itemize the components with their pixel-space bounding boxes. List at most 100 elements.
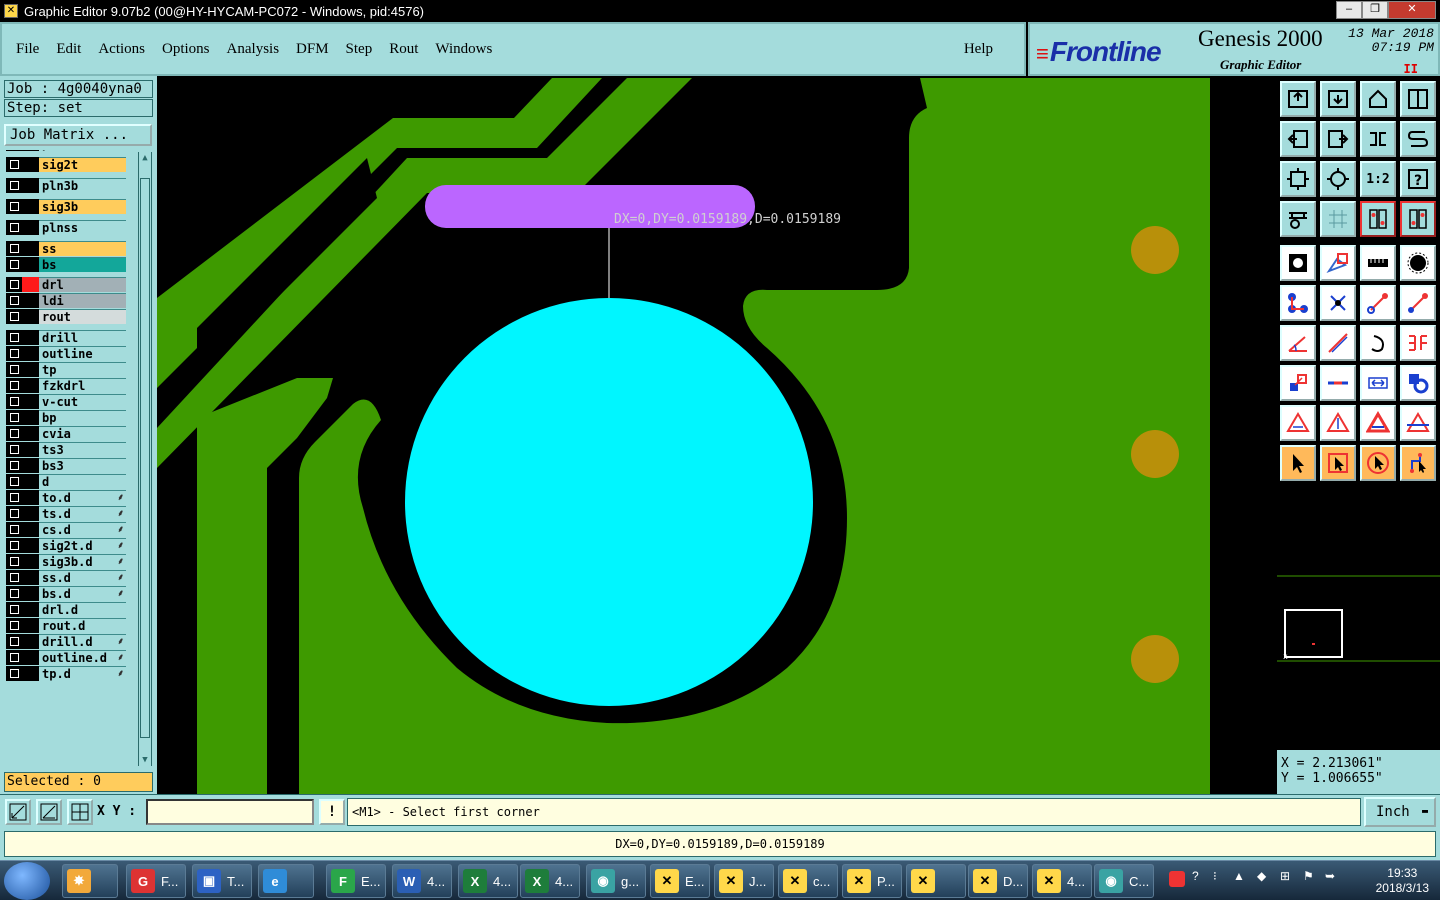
- layer-row-tp.d[interactable]: tp.d ⸙: [6, 666, 126, 681]
- show-hidden-icon[interactable]: ▲: [1233, 869, 1245, 883]
- layer-name[interactable]: outline.d ⸙: [39, 650, 126, 665]
- job-matrix-button[interactable]: Job Matrix ...: [4, 124, 152, 146]
- taskbar-button-12[interactable]: ✕ P...: [842, 864, 902, 898]
- layer-name[interactable]: sig3b.d ⸙: [39, 554, 126, 569]
- minimize-button[interactable]: –: [1336, 1, 1362, 19]
- layer-row-ss[interactable]: ss: [6, 241, 126, 256]
- move-tool[interactable]: [1280, 365, 1316, 401]
- grid-tool[interactable]: [1320, 201, 1356, 237]
- layer-row-ldi[interactable]: ldi: [6, 293, 126, 308]
- taskbar-button-3[interactable]: e: [258, 864, 314, 898]
- measure-tool[interactable]: [1280, 201, 1316, 237]
- layer-name[interactable]: ts.d ⸙: [39, 506, 126, 521]
- layer-color-swatch[interactable]: [22, 241, 39, 256]
- line-tool[interactable]: [1360, 285, 1396, 321]
- layer-checkbox[interactable]: [6, 570, 22, 585]
- menu-file[interactable]: File: [16, 41, 39, 58]
- layer-row-bp[interactable]: bp: [6, 410, 126, 425]
- taskbar-button-0[interactable]: ✸: [62, 864, 118, 898]
- pause-indicator[interactable]: II: [1404, 62, 1418, 76]
- layer-name[interactable]: rout: [39, 309, 126, 324]
- layer-checkbox[interactable]: [6, 346, 22, 361]
- layer-name[interactable]: cvia: [39, 426, 126, 441]
- layer-compare-tool[interactable]: [1400, 201, 1436, 237]
- layer-color-swatch[interactable]: [22, 157, 39, 172]
- layer-name[interactable]: ts3: [39, 442, 126, 457]
- layer-color-swatch[interactable]: [22, 618, 39, 633]
- more-tray-icon[interactable]: ⁝: [1213, 869, 1217, 883]
- layer-row-outline[interactable]: outline: [6, 346, 126, 361]
- layer-color-swatch[interactable]: [22, 522, 39, 537]
- triangle-tool[interactable]: [1280, 405, 1316, 441]
- layer-row-drl.d[interactable]: drl.d: [6, 602, 126, 617]
- menu-actions[interactable]: Actions: [98, 41, 145, 58]
- fanout-tool[interactable]: [1400, 325, 1436, 361]
- layer-name[interactable]: fzkdrl: [39, 378, 126, 393]
- layer-name[interactable]: bs3: [39, 458, 126, 473]
- scroll-down-icon[interactable]: ▼: [139, 754, 151, 766]
- drill-tool[interactable]: [1400, 245, 1436, 281]
- triangle-up-tool[interactable]: [1320, 405, 1356, 441]
- taskbar-button-15[interactable]: ✕ 4...: [1032, 864, 1092, 898]
- pan-left-tool[interactable]: [1280, 121, 1316, 157]
- layer-row-sig2t[interactable]: sig2t: [6, 157, 126, 172]
- taskbar-button-10[interactable]: ✕ J...: [714, 864, 774, 898]
- layer-row-rout.d[interactable]: rout.d: [6, 618, 126, 633]
- layer-row-ts3[interactable]: ts3: [6, 442, 126, 457]
- taskbar-button-16[interactable]: ◉ C...: [1094, 864, 1154, 898]
- layer-color-swatch[interactable]: [22, 220, 39, 235]
- select-tool[interactable]: [1280, 445, 1316, 481]
- scale-tool[interactable]: 1:2: [1360, 161, 1396, 197]
- layer-color-swatch[interactable]: [22, 602, 39, 617]
- layer-name[interactable]: pln3b: [39, 178, 126, 193]
- layer-color-swatch[interactable]: [22, 362, 39, 377]
- clock[interactable]: 19:33 2018/3/13: [1376, 866, 1429, 896]
- layer-row-plnss[interactable]: plnss: [6, 220, 126, 235]
- layer-checkbox[interactable]: [6, 199, 22, 214]
- layer-color-swatch[interactable]: [22, 666, 39, 681]
- fit-tool[interactable]: [1280, 161, 1316, 197]
- layer-name[interactable]: pln2t: [39, 150, 126, 151]
- layer-checkbox[interactable]: [6, 362, 22, 377]
- layer-checkbox[interactable]: [6, 602, 22, 617]
- mirror-tool[interactable]: [1360, 121, 1396, 157]
- taskbar-button-2[interactable]: ▣ T...: [192, 864, 252, 898]
- layer-checkbox[interactable]: [6, 410, 22, 425]
- layer-name[interactable]: sig2t: [39, 157, 126, 172]
- window-tool[interactable]: [1400, 81, 1436, 117]
- layer-name[interactable]: d: [39, 474, 126, 489]
- menu-dfm[interactable]: DFM: [296, 41, 329, 58]
- taskbar-button-13[interactable]: ✕: [906, 864, 966, 898]
- layer-name[interactable]: v-cut: [39, 394, 126, 409]
- layer-row-tp[interactable]: tp: [6, 362, 126, 377]
- menu-edit[interactable]: Edit: [56, 41, 81, 58]
- taskbar-button-6[interactable]: X 4...: [458, 864, 518, 898]
- home-tool[interactable]: [1360, 81, 1396, 117]
- layer-checkbox[interactable]: [6, 293, 22, 308]
- edge-tray-icon[interactable]: ➥: [1325, 869, 1335, 883]
- triangle-fill-tool[interactable]: [1360, 405, 1396, 441]
- taskbar-button-1[interactable]: G F...: [126, 864, 186, 898]
- layer-checkbox[interactable]: [6, 426, 22, 441]
- layer-row-bs3[interactable]: bs3: [6, 458, 126, 473]
- layer-checkbox[interactable]: [6, 458, 22, 473]
- layer-checkbox[interactable]: [6, 442, 22, 457]
- layer-name[interactable]: tp: [39, 362, 126, 377]
- taskbar-button-8[interactable]: ◉ g...: [586, 864, 646, 898]
- layer-name[interactable]: bs: [39, 257, 126, 272]
- layer-color-swatch[interactable]: [22, 490, 39, 505]
- layer-color-swatch[interactable]: [22, 426, 39, 441]
- layer-name[interactable]: sig2t.d ⸙: [39, 538, 126, 553]
- layer-color-swatch[interactable]: [22, 199, 39, 214]
- menu-windows[interactable]: Windows: [435, 41, 492, 58]
- layer-checkbox[interactable]: [6, 394, 22, 409]
- layer-row-drill[interactable]: drill: [6, 330, 126, 345]
- layer-color-swatch[interactable]: [22, 554, 39, 569]
- diagonal-tool[interactable]: [1320, 325, 1356, 361]
- layer-color-swatch[interactable]: [22, 330, 39, 345]
- overview-map[interactable]: x: [1277, 488, 1440, 750]
- layer-row-v-cut[interactable]: v-cut: [6, 394, 126, 409]
- layer-color-swatch[interactable]: [22, 650, 39, 665]
- angle-tool[interactable]: [1280, 325, 1316, 361]
- group-tool[interactable]: [1400, 365, 1436, 401]
